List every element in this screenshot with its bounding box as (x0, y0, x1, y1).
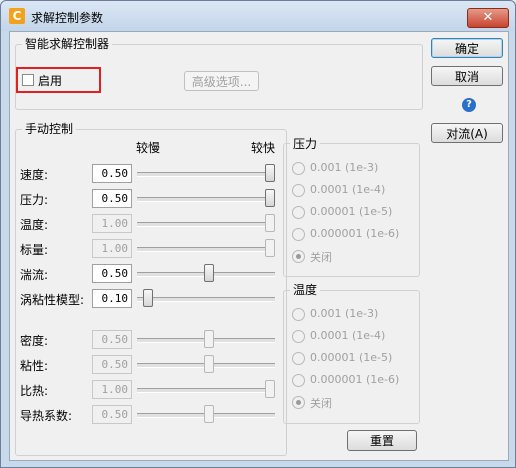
param-value-field: 1.00 (92, 239, 132, 258)
slider-thumb[interactable] (265, 189, 275, 207)
param-value-field: 0.50 (92, 355, 132, 374)
enable-checkbox[interactable] (22, 74, 34, 86)
radio-option-label: 0.001 (1e-3) (310, 161, 379, 174)
slider-track (137, 388, 275, 393)
param-value-field: 1.00 (92, 214, 132, 233)
radio-option-label: 0.001 (1e-3) (310, 307, 379, 320)
radio-option[interactable] (292, 206, 305, 219)
param-value-field[interactable]: 0.50 (92, 189, 132, 208)
radio-option-label: 0.0001 (1e-4) (310, 183, 386, 196)
slider-thumb (265, 214, 275, 232)
param-value-field: 0.50 (92, 405, 132, 424)
param-value-field: 0.50 (92, 330, 132, 349)
slider-thumb[interactable] (204, 264, 214, 282)
param-label: 密度: (20, 334, 49, 348)
radio-option[interactable] (292, 330, 305, 343)
slider-thumb (204, 355, 214, 373)
reset-button[interactable]: 重置 (347, 430, 417, 451)
radio-option-label: 0.000001 (1e-6) (310, 227, 400, 240)
radio-option[interactable] (292, 352, 305, 365)
temperature-group-title: 温度 (290, 281, 321, 298)
slider-track (137, 247, 275, 252)
radio-option[interactable] (292, 228, 305, 241)
fast-label: 较快 (251, 141, 276, 155)
window-title: 求解控制参数 (31, 11, 104, 25)
param-label: 温度: (20, 218, 49, 232)
radio-option[interactable] (292, 162, 305, 175)
manual-control-group-title: 手动控制 (22, 120, 77, 137)
param-label: 粘性: (20, 359, 49, 373)
slider-track (137, 222, 275, 227)
radio-option[interactable] (292, 308, 305, 321)
slider-track[interactable] (137, 297, 275, 302)
param-value-field[interactable]: 0.50 (92, 164, 132, 183)
radio-option-label: 0.00001 (1e-5) (310, 351, 393, 364)
slider-thumb[interactable] (265, 164, 275, 182)
param-label: 涡粘性模型: (20, 293, 85, 307)
enable-label: 启用 (38, 74, 63, 88)
radio-option-label: 关闭 (310, 397, 332, 410)
slider-thumb (204, 405, 214, 423)
smart-solver-group-title: 智能求解控制器 (22, 35, 113, 52)
app-logo-icon: C (9, 8, 25, 24)
slider-thumb[interactable] (143, 289, 153, 307)
param-label: 速度: (20, 168, 49, 182)
dialog-window: C 求解控制参数 ✕ 智能求解控制器 启用 高级选项... 确定 取消 ? 对流… (0, 0, 516, 468)
param-label: 湍流: (20, 268, 49, 282)
radio-option[interactable] (292, 374, 305, 387)
param-label: 导热系数: (20, 409, 73, 423)
dialog-body: 智能求解控制器 启用 高级选项... 确定 取消 ? 对流(A) 手动控制 较慢… (9, 31, 509, 461)
radio-option[interactable] (292, 396, 305, 409)
radio-option[interactable] (292, 184, 305, 197)
radio-option[interactable] (292, 250, 305, 263)
slider-track[interactable] (137, 172, 275, 177)
title-bar: C 求解控制参数 ✕ (1, 1, 515, 31)
param-label: 压力: (20, 193, 49, 207)
radio-option-label: 0.0001 (1e-4) (310, 329, 386, 342)
advanced-options-button[interactable]: 高级选项... (184, 71, 259, 91)
slider-thumb (265, 380, 275, 398)
radio-option-label: 0.00001 (1e-5) (310, 205, 393, 218)
param-value-field: 1.00 (92, 380, 132, 399)
cancel-button[interactable]: 取消 (431, 66, 503, 86)
slider-track[interactable] (137, 197, 275, 202)
slow-label: 较慢 (136, 141, 161, 155)
convection-button[interactable]: 对流(A) (431, 123, 503, 143)
close-button[interactable]: ✕ (467, 8, 509, 28)
slider-thumb (204, 330, 214, 348)
param-label: 比热: (20, 384, 49, 398)
pressure-group-title: 压力 (290, 135, 321, 152)
radio-option-label: 关闭 (310, 251, 332, 264)
ok-button[interactable]: 确定 (431, 38, 503, 58)
slider-thumb (265, 239, 275, 257)
radio-option-label: 0.000001 (1e-6) (310, 373, 400, 386)
help-icon[interactable]: ? (462, 98, 476, 112)
param-value-field[interactable]: 0.50 (92, 264, 132, 283)
param-label: 标量: (20, 243, 49, 257)
param-value-field[interactable]: 0.10 (92, 289, 132, 308)
